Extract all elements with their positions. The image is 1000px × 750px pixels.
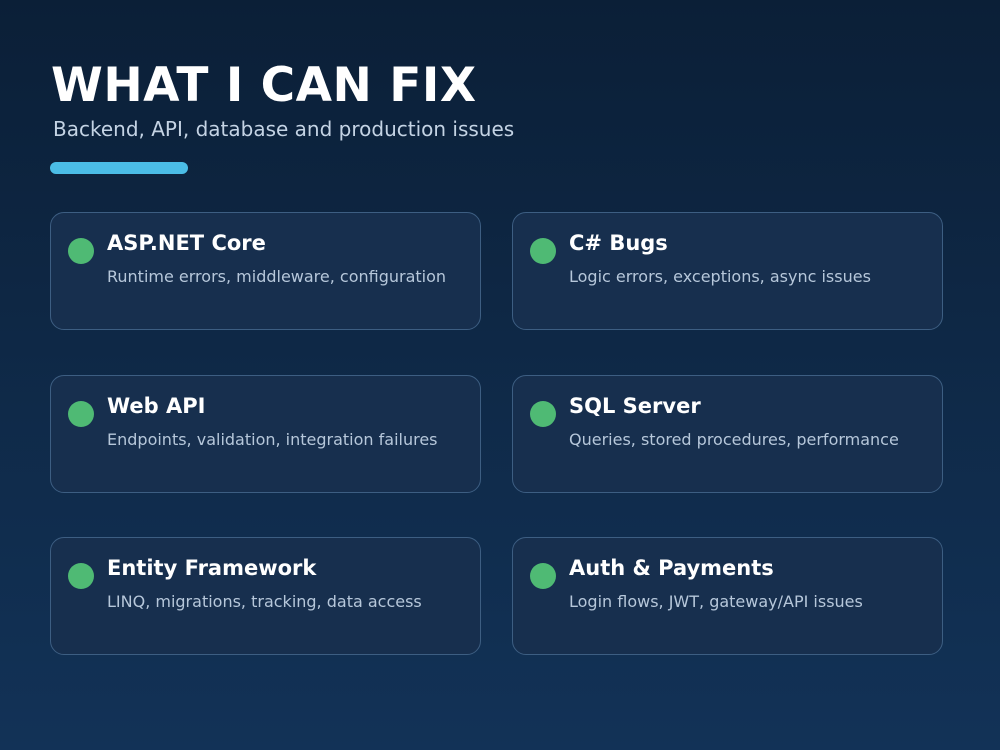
card-title: Auth & Payments bbox=[569, 556, 774, 580]
card-title: ASP.NET Core bbox=[107, 231, 266, 255]
card-description: Logic errors, exceptions, async issues bbox=[569, 267, 871, 286]
title-accent-bar bbox=[50, 162, 188, 174]
page-title: WHAT I CAN FIX bbox=[51, 58, 477, 113]
bullet-dot-icon bbox=[68, 563, 94, 589]
card-title: C# Bugs bbox=[569, 231, 668, 255]
card-title: SQL Server bbox=[569, 394, 701, 418]
bullet-dot-icon bbox=[530, 563, 556, 589]
bullet-dot-icon bbox=[68, 401, 94, 427]
service-card-entity-framework: Entity Framework LINQ, migrations, track… bbox=[50, 537, 481, 655]
card-description: Login flows, JWT, gateway/API issues bbox=[569, 592, 863, 611]
page-subtitle: Backend, API, database and production is… bbox=[53, 117, 515, 141]
card-title: Entity Framework bbox=[107, 556, 317, 580]
card-description: Endpoints, validation, integration failu… bbox=[107, 430, 438, 449]
bullet-dot-icon bbox=[68, 238, 94, 264]
service-card-web-api: Web API Endpoints, validation, integrati… bbox=[50, 375, 481, 493]
card-title: Web API bbox=[107, 394, 206, 418]
bullet-dot-icon bbox=[530, 401, 556, 427]
service-card-sql-server: SQL Server Queries, stored procedures, p… bbox=[512, 375, 943, 493]
card-description: Queries, stored procedures, performance bbox=[569, 430, 899, 449]
bullet-dot-icon bbox=[530, 238, 556, 264]
card-description: Runtime errors, middleware, configuratio… bbox=[107, 267, 447, 286]
service-card-auth-payments: Auth & Payments Login flows, JWT, gatewa… bbox=[512, 537, 943, 655]
service-card-aspnet-core: ASP.NET Core Runtime errors, middleware,… bbox=[50, 212, 481, 330]
service-card-csharp-bugs: C# Bugs Logic errors, exceptions, async … bbox=[512, 212, 943, 330]
card-description: LINQ, migrations, tracking, data access bbox=[107, 592, 422, 611]
page: WHAT I CAN FIX Backend, API, database an… bbox=[0, 0, 1000, 750]
